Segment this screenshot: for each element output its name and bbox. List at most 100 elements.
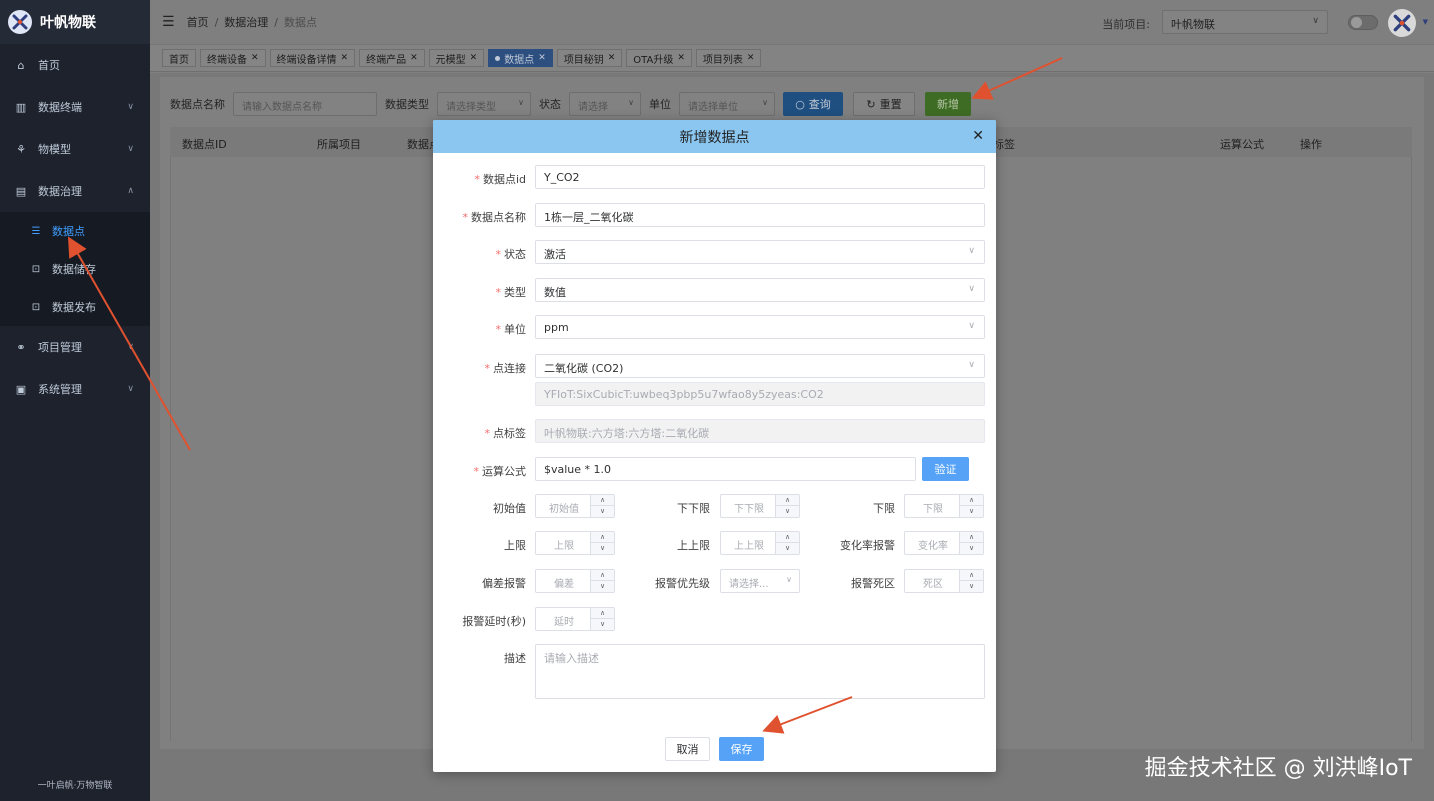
tag-ota-upgrade[interactable]: OTA升级 ✕	[626, 49, 692, 67]
decrement-icon[interactable]: ∨	[591, 581, 614, 592]
reset-button[interactable]: ↻ 重置	[853, 92, 915, 116]
close-icon[interactable]: ✕	[341, 53, 349, 63]
decrement-icon[interactable]: ∨	[776, 543, 799, 554]
filter-status-select[interactable]: 请选择 ∨	[569, 92, 641, 116]
increment-icon[interactable]: ∧	[591, 608, 614, 619]
column-header[interactable]: 所属项目	[317, 136, 361, 152]
initial-value-input[interactable]: 初始值 ∧ ∨	[535, 494, 615, 518]
sidebar-item-label: 数据点	[52, 225, 85, 238]
close-icon[interactable]: ✕	[470, 53, 478, 63]
filter-type-select[interactable]: 请选择类型 ∨	[437, 92, 531, 116]
close-icon[interactable]: ✕	[410, 53, 418, 63]
column-header[interactable]: 数据点ID	[182, 136, 227, 152]
increment-icon[interactable]: ∧	[960, 570, 983, 581]
sidebar-item-system-management[interactable]: ▣ 系统管理 ∨	[0, 368, 150, 410]
alarm-priority-select[interactable]: 请选择... ∨	[720, 569, 800, 593]
decrement-icon[interactable]: ∨	[960, 543, 983, 554]
alarm-delay-input[interactable]: 延时 ∧ ∨	[535, 607, 615, 631]
increment-icon[interactable]: ∧	[591, 532, 614, 543]
filter-name-input[interactable]: 请输入数据点名称	[233, 92, 377, 116]
close-icon[interactable]: ✕	[538, 53, 546, 63]
close-icon[interactable]: ✕	[747, 53, 755, 63]
decrement-icon[interactable]: ∨	[776, 506, 799, 517]
breadcrumb-item[interactable]: 首页	[187, 14, 209, 30]
increment-icon[interactable]: ∧	[960, 495, 983, 506]
tag-terminal-device-detail[interactable]: 终端设备详情 ✕	[269, 49, 356, 67]
tag-terminal-product[interactable]: 终端产品 ✕	[359, 49, 425, 67]
chart-icon: ▥	[15, 100, 27, 114]
avatar[interactable]	[1388, 9, 1416, 37]
deviation-alarm-input[interactable]: 偏差 ∧ ∨	[535, 569, 615, 593]
project-select[interactable]: 叶帆物联 ∨	[1162, 10, 1328, 34]
decrement-icon[interactable]: ∨	[591, 619, 614, 630]
tag-home[interactable]: 首页	[162, 49, 196, 67]
alarm-deadband-input[interactable]: 死区 ∧ ∨	[904, 569, 984, 593]
decrement-icon[interactable]: ∨	[960, 581, 983, 592]
sidebar-item-data-publish[interactable]: ⊡ 数据发布	[0, 288, 150, 326]
increment-icon[interactable]: ∧	[776, 532, 799, 543]
formula-input[interactable]: $value * 1.0	[535, 457, 916, 481]
tag-data-point[interactable]: 数据点 ✕	[488, 49, 553, 67]
tag-label: 终端设备	[207, 54, 247, 66]
cancel-button[interactable]: 取消	[665, 737, 710, 761]
decrement-icon[interactable]: ∨	[960, 506, 983, 517]
filter-unit-select[interactable]: 请选择单位 ∨	[679, 92, 775, 116]
save-button[interactable]: 保存	[719, 737, 764, 761]
menu-toggle-icon[interactable]: ☰	[162, 14, 175, 30]
input-placeholder: 初始值	[549, 504, 579, 515]
increment-icon[interactable]: ∧	[960, 532, 983, 543]
tag-terminal-device[interactable]: 终端设备 ✕	[200, 49, 266, 67]
theme-toggle[interactable]	[1348, 15, 1378, 30]
high-limit-input[interactable]: 上限 ∧ ∨	[535, 531, 615, 555]
point-link-path-input: YFIoT:SixCubicT:uwbeq3pbp5u7wfao8y5zyeas…	[535, 382, 985, 406]
description-textarea[interactable]: 请输入描述	[535, 644, 985, 699]
tag-project-list[interactable]: 项目列表 ✕	[695, 49, 762, 67]
sidebar-item-thing-model[interactable]: ⚘ 物模型 ∨	[0, 128, 150, 170]
sidebar-item-home[interactable]: ⌂ 首页	[0, 44, 150, 86]
tag-project-key[interactable]: 项目秘钥 ✕	[556, 49, 623, 67]
close-icon[interactable]: ✕	[972, 128, 984, 144]
stepper: ∧ ∨	[590, 495, 614, 517]
sidebar-item-data-governance[interactable]: ▤ 数据治理 ∧	[0, 170, 150, 212]
sidebar-item-data-storage[interactable]: ⊡ 数据储存	[0, 250, 150, 288]
stepper: ∧ ∨	[959, 495, 983, 517]
high-high-limit-input[interactable]: 上上限 ∧ ∨	[720, 531, 800, 555]
type-select[interactable]: 数值 ∨	[535, 278, 985, 302]
tag-meta-model[interactable]: 元模型 ✕	[428, 49, 485, 67]
caret-down-icon[interactable]: ▼	[1423, 18, 1428, 26]
sidebar-item-data-terminal[interactable]: ▥ 数据终端 ∨	[0, 86, 150, 128]
decrement-icon[interactable]: ∨	[591, 506, 614, 517]
rate-alarm-input[interactable]: 变化率 ∧ ∨	[904, 531, 984, 555]
increment-icon[interactable]: ∧	[776, 495, 799, 506]
column-header[interactable]: 操作	[1300, 136, 1322, 152]
logo[interactable]: 叶帆物联	[0, 0, 150, 44]
increment-icon[interactable]: ∧	[591, 570, 614, 581]
unit-select[interactable]: ppm ∨	[535, 315, 985, 339]
sidebar-item-label: 首页	[38, 59, 60, 72]
chevron-up-icon: ∧	[127, 186, 134, 196]
home-icon: ⌂	[17, 58, 25, 72]
close-icon[interactable]: ✕	[251, 53, 259, 63]
decrement-icon[interactable]: ∨	[591, 543, 614, 554]
input-value: 1栋一层_二氧化碳	[544, 211, 634, 224]
query-button[interactable]: ○ 查询	[783, 92, 843, 116]
status-select[interactable]: 激活 ∨	[535, 240, 985, 264]
data-point-id-input[interactable]: Y_CO2	[535, 165, 985, 189]
low-limit-input[interactable]: 下限 ∧ ∨	[904, 494, 984, 518]
close-icon[interactable]: ✕	[608, 53, 616, 63]
form-row-tag: * 点标签 叶帆物联:六方塔:六方塔:二氧化碳	[433, 419, 996, 443]
close-icon[interactable]: ✕	[677, 53, 685, 63]
chevron-down-icon: ∨	[127, 342, 134, 352]
verify-button[interactable]: 验证	[922, 457, 969, 481]
sidebar-item-label: 数据治理	[38, 185, 82, 198]
sidebar-item-data-point[interactable]: ☰ 数据点	[0, 212, 150, 250]
increment-icon[interactable]: ∧	[591, 495, 614, 506]
add-button[interactable]: 新增	[925, 92, 971, 116]
verify-button-label: 验证	[934, 463, 957, 476]
low-low-limit-input[interactable]: 下下限 ∧ ∨	[720, 494, 800, 518]
point-link-select[interactable]: 二氧化碳 (CO2) ∨	[535, 354, 985, 378]
column-header[interactable]: 运算公式	[1220, 136, 1264, 152]
sidebar-item-project-management[interactable]: ⚭ 项目管理 ∨	[0, 326, 150, 368]
form-row-unit: * 单位 ppm ∨	[433, 315, 996, 339]
data-point-name-input[interactable]: 1栋一层_二氧化碳	[535, 203, 985, 227]
